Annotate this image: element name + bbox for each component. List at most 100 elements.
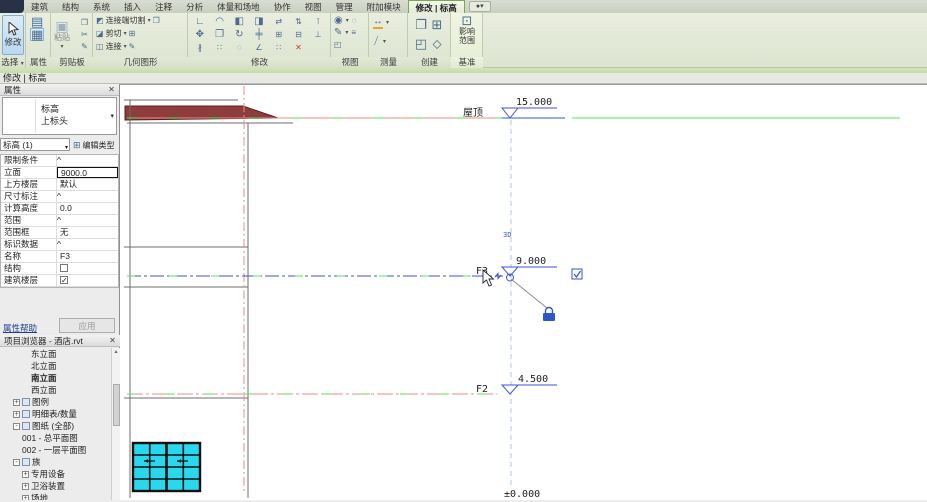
create-similar-icon[interactable]: ❐ xyxy=(415,18,427,31)
drawing-area[interactable]: 15.000 屋顶 9.000 F3 3D 4.500 F2 ±0.000 xyxy=(120,84,927,500)
property-section-header[interactable]: 限制条件 ^ xyxy=(1,155,118,167)
add-elbow-icon[interactable] xyxy=(494,272,502,280)
collapse-icon[interactable]: ^ xyxy=(57,155,61,166)
level-head-triangle[interactable] xyxy=(500,266,520,277)
apply-button[interactable]: 应用 xyxy=(59,318,115,333)
app-menu-icon[interactable] xyxy=(0,0,24,13)
property-section-header[interactable]: 标识数据 ^ xyxy=(1,239,118,251)
tree-item[interactable]: -族 xyxy=(0,456,111,468)
properties-palette-icon[interactable]: ▦ xyxy=(30,28,45,41)
influence-scope-button[interactable]: ⊡ 影响 范围 xyxy=(454,14,480,56)
ribbon-tab[interactable]: 注释 xyxy=(148,0,179,13)
ribbon-tab[interactable]: 结构 xyxy=(55,0,86,13)
chevron-down-icon[interactable]: ▾ xyxy=(110,112,114,120)
level-elevation-value[interactable]: 15.000 xyxy=(516,97,552,108)
instance-filter-combo[interactable]: 标高 (1) ▾ xyxy=(0,138,70,151)
tree-expander-icon[interactable]: + xyxy=(13,410,20,418)
tree-item[interactable]: 002 - 一层平面图 xyxy=(0,444,111,456)
render-icon[interactable]: ◌ xyxy=(352,15,357,26)
ribbon-tab[interactable]: 协作 xyxy=(267,0,298,13)
swap-vertical-icon[interactable]: ⇅ xyxy=(295,16,302,27)
tree-expander-icon[interactable]: + xyxy=(22,482,29,490)
level-head-triangle[interactable] xyxy=(500,384,520,395)
cope-button[interactable]: ◩ 连接端切割 ▾ ❐ xyxy=(94,14,160,27)
property-row[interactable]: 范围框无 xyxy=(1,227,118,239)
property-row[interactable]: 建筑楼层 ✓ xyxy=(1,275,118,287)
level-name-label[interactable]: 屋顶 xyxy=(463,107,483,119)
ribbon-tab[interactable]: 管理 xyxy=(329,0,360,13)
level-elevation-value[interactable]: 4.500 xyxy=(518,374,548,385)
level-name-label[interactable]: F2 xyxy=(476,384,488,395)
properties-help-link[interactable]: 属性帮助 xyxy=(3,322,37,334)
property-section-header[interactable]: 范围 ^ xyxy=(1,215,118,227)
ungroup-icon[interactable]: ⊟ xyxy=(295,29,302,40)
tree-item[interactable]: 南立面 xyxy=(0,372,111,384)
ribbon-tab[interactable]: 修改 | 标高 xyxy=(407,0,465,13)
scrollbar-thumb[interactable] xyxy=(113,384,120,426)
edit-type-button[interactable]: ⊞ 编辑类型 xyxy=(70,138,119,152)
ribbon-tab[interactable]: 插入 xyxy=(117,0,148,13)
collapse-icon[interactable]: ^ xyxy=(57,191,61,202)
property-value[interactable] xyxy=(57,263,118,274)
array-icon[interactable]: ∷ xyxy=(217,42,222,53)
paste-icon[interactable]: ▣ xyxy=(55,19,68,33)
tree-item[interactable]: + 专用设备 xyxy=(0,468,111,480)
property-row[interactable]: 结构 xyxy=(1,263,118,275)
level-head-triangle[interactable] xyxy=(500,107,520,119)
tree-item[interactable]: + 卫浴装置 xyxy=(0,480,111,492)
propagate-extents-icon[interactable]: ⬦ xyxy=(432,37,441,50)
tree-expander-icon[interactable]: - xyxy=(13,458,20,466)
browser-scrollbar[interactable]: ▴ xyxy=(111,348,120,500)
cut-geometry-button[interactable]: ◪ 剪切 ▾ ⊞ xyxy=(94,27,160,40)
tree-expander-icon[interactable]: + xyxy=(22,470,29,478)
properties-icon[interactable]: ▤ xyxy=(30,15,44,28)
ribbon-display-toggle[interactable]: ●▾ xyxy=(468,1,491,12)
geometry-extra-icon[interactable]: ✎ xyxy=(129,41,136,52)
checkbox-icon[interactable] xyxy=(60,264,68,272)
pin-icon[interactable]: ⊺ xyxy=(316,16,320,27)
cut-icon[interactable]: ✂ xyxy=(81,29,88,40)
property-row[interactable]: 上方楼层 默认 xyxy=(1,179,118,191)
hide-bubble-checkbox[interactable] xyxy=(571,268,583,280)
mirror-draw-icon[interactable]: ◨ xyxy=(254,16,263,27)
ribbon-tab[interactable]: 系统 xyxy=(86,0,117,13)
visibility-icon[interactable]: ◉ xyxy=(334,15,343,26)
offset-icon[interactable]: ◠ xyxy=(215,16,224,27)
level-3d-toggle[interactable]: 3D xyxy=(503,231,511,239)
measure-icon[interactable]: ⟋ xyxy=(371,35,381,48)
scroll-up-icon[interactable]: ▴ xyxy=(112,348,120,357)
align-array-icon[interactable]: ∷ xyxy=(276,42,281,53)
scale-icon[interactable]: ∠ xyxy=(255,42,262,53)
property-row[interactable]: 计算高度 0.0 xyxy=(1,203,118,215)
modify-tool-button[interactable]: 修改 xyxy=(2,15,24,55)
scope-box-icon[interactable]: ◰ xyxy=(415,37,427,50)
tree-item[interactable]: 001 - 总平面图 xyxy=(0,432,111,444)
tree-item[interactable]: + 图例 xyxy=(0,396,111,408)
ribbon-tab[interactable]: 建筑 xyxy=(24,0,55,13)
ground-elevation-label[interactable]: ±0.000 xyxy=(504,489,540,500)
property-value[interactable]: 无 xyxy=(57,227,118,238)
swap-icon[interactable]: ⇄ xyxy=(275,16,282,27)
aligned-dimension-icon[interactable]: ↔ xyxy=(373,16,383,29)
ribbon-tab[interactable]: 体量和场地 xyxy=(210,0,267,13)
tree-item[interactable]: + 明细表/数量 xyxy=(0,408,111,420)
linework-icon[interactable]: ✎ xyxy=(334,27,342,38)
ribbon-tab[interactable]: 附加模块 xyxy=(360,0,408,13)
tree-expander-icon[interactable]: - xyxy=(13,422,20,430)
tree-item[interactable]: + 场地 xyxy=(0,492,111,500)
window-element[interactable] xyxy=(131,441,202,493)
property-value[interactable]: ✓ xyxy=(57,275,118,286)
panel-label-select[interactable]: 选择 ▾ xyxy=(0,57,25,68)
mirror-axis-icon[interactable]: ◧ xyxy=(235,16,244,27)
tree-item[interactable]: 西立面 xyxy=(0,384,111,396)
lock-icon[interactable] xyxy=(543,306,555,322)
tree-item[interactable]: 东立面 xyxy=(0,348,111,360)
copy-icon[interactable]: ❐ xyxy=(81,17,88,28)
collapse-icon[interactable]: ^ xyxy=(57,215,61,226)
type-selector[interactable]: 标高 上标头 ▾ xyxy=(2,97,117,135)
group-icon[interactable]: ⊞ xyxy=(275,29,282,40)
delete-icon[interactable]: ✕ xyxy=(295,42,302,53)
collapse-icon[interactable]: ^ xyxy=(57,239,61,250)
tree-item[interactable]: 北立面 xyxy=(0,360,111,372)
paste-dropdown-icon[interactable]: ▾ xyxy=(60,43,63,50)
